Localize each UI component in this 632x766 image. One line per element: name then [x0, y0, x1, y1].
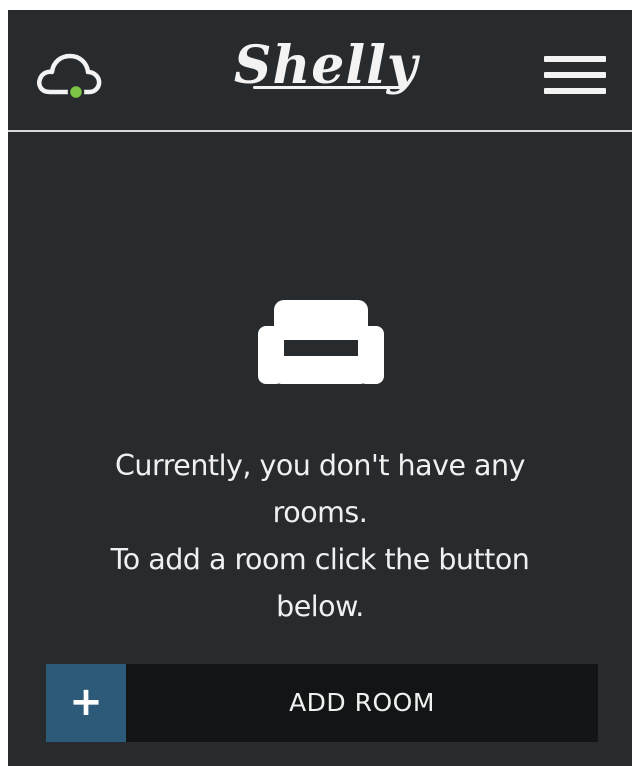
- menu-bar: [544, 72, 606, 78]
- empty-rooms-message: Currently, you don't have any rooms. To …: [28, 442, 612, 630]
- sofa-icon: [258, 300, 384, 384]
- add-room-label: ADD ROOM: [289, 688, 435, 717]
- shelly-logo: Shelly: [233, 35, 419, 96]
- header-divider: [8, 130, 632, 132]
- add-room-button[interactable]: + ADD ROOM: [46, 664, 598, 742]
- message-line: Currently, you don't have any: [115, 449, 525, 482]
- hamburger-menu-icon[interactable]: [540, 54, 610, 100]
- app-screen: Shelly Currently, you don't have any roo…: [8, 10, 632, 766]
- message-line: below.: [276, 590, 364, 623]
- cloud-connected-icon: [37, 53, 102, 101]
- menu-bar: [544, 56, 606, 62]
- plus-icon: +: [46, 664, 126, 742]
- message-line: To add a room click the button: [110, 543, 530, 576]
- cloud-status-button[interactable]: [34, 46, 104, 102]
- app-header: Shelly: [8, 10, 632, 130]
- message-line: rooms.: [272, 496, 368, 529]
- menu-bar: [544, 88, 606, 94]
- logo-underline: [253, 86, 403, 89]
